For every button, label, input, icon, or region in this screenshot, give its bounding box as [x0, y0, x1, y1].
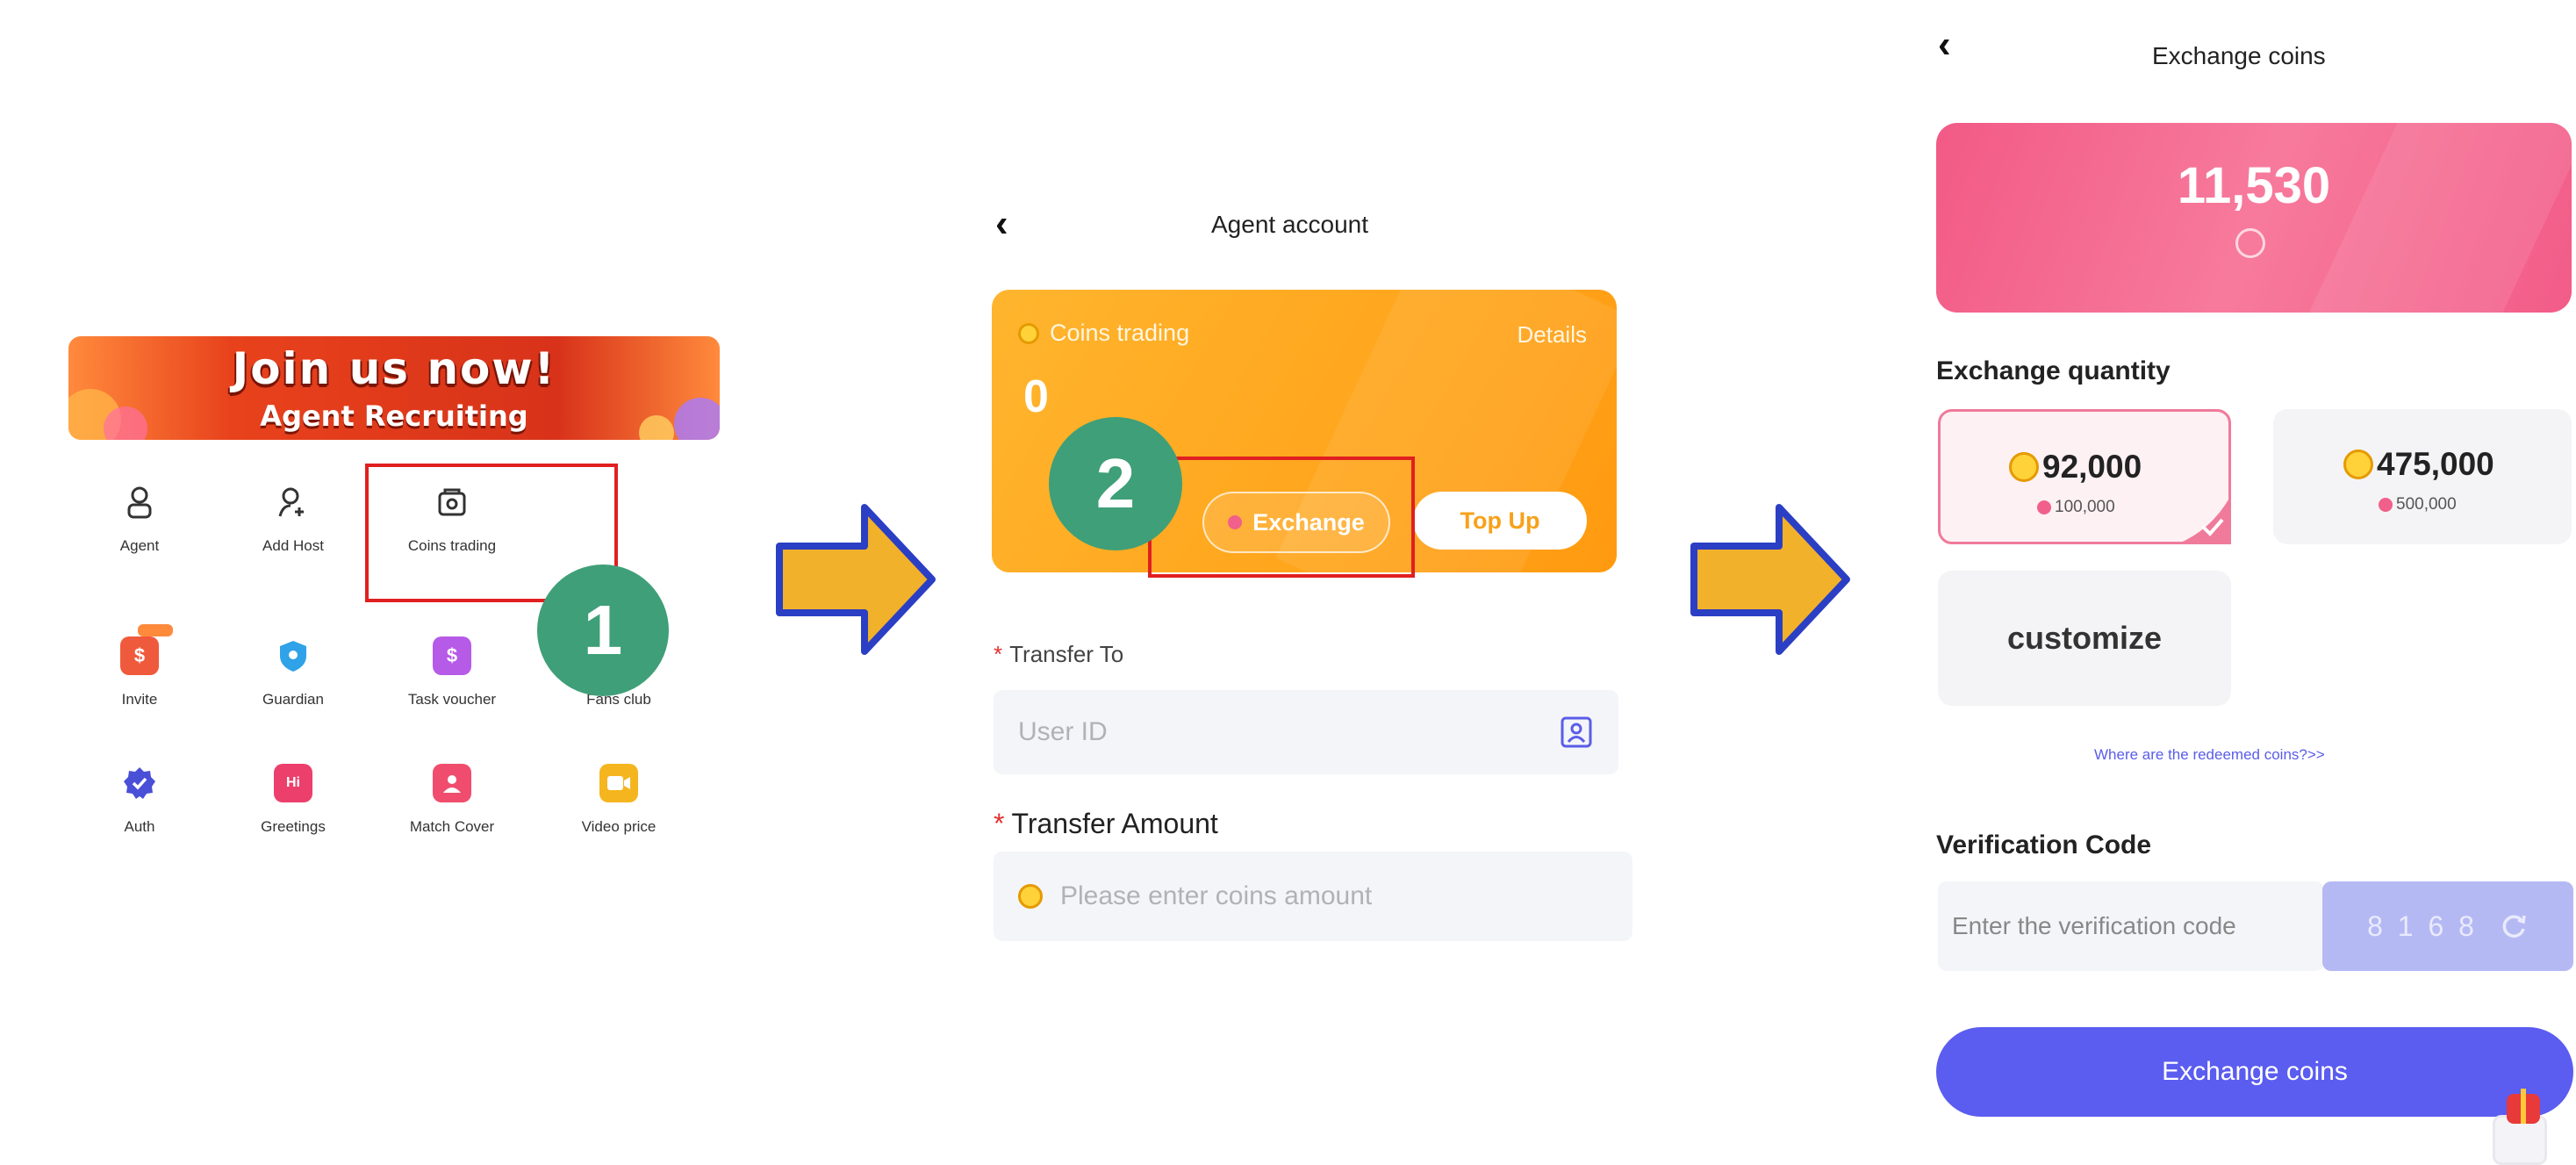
coin-icon — [1018, 884, 1043, 909]
match-cover-icon — [433, 764, 471, 802]
transfer-to-label: Transfer To — [1009, 641, 1124, 667]
contact-card-icon[interactable] — [1559, 715, 1594, 750]
menu-item-video-price[interactable]: Video price — [544, 764, 693, 836]
card-label: Coins trading — [1050, 320, 1190, 346]
greetings-icon: Hi — [274, 764, 312, 802]
guardian-shield-icon — [274, 636, 312, 675]
exchange-highlight — [1148, 457, 1415, 578]
menu-item-label: Agent — [119, 537, 160, 554]
gift-box-icon[interactable] — [2480, 1089, 2559, 1165]
agent-account-screen: ‹ Agent account Coins trading Details 0 … — [974, 193, 1641, 966]
page-title: Exchange coins — [2152, 42, 2326, 69]
verification-code-title: Verification Code — [1936, 831, 2152, 859]
captcha-image[interactable]: 8 1 6 8 — [2322, 881, 2573, 971]
selected-check-icon — [2177, 495, 2231, 544]
exchange-coins-screen: ‹ Exchange coins 11,530 Exchange quantit… — [1913, 0, 2576, 1165]
coins-amount-input[interactable]: Please enter coins amount — [994, 852, 1632, 941]
captcha-code: 8 1 6 8 — [2367, 910, 2478, 942]
agent-recruiting-banner[interactable]: Join us now! Agent Recruiting — [68, 336, 720, 440]
exchange-option-475000[interactable]: 475,000 500,000 — [2273, 409, 2572, 544]
gem-icon — [2235, 228, 2265, 258]
verification-code-input[interactable]: Enter the verification code — [1938, 881, 2324, 971]
menu-item-greetings[interactable]: Hi Greetings — [219, 764, 368, 836]
back-chevron-icon[interactable]: ‹ — [995, 202, 1008, 246]
top-up-button[interactable]: Top Up — [1413, 492, 1587, 550]
banner-title: Join us now! — [232, 343, 556, 394]
agent-menu-panel: Join us now! Agent Recruiting Agent Add … — [30, 303, 741, 891]
arrow-right-icon — [776, 504, 936, 655]
coin-balance: 0 — [1023, 371, 1049, 422]
details-link[interactable]: Details — [1518, 321, 1587, 349]
menu-item-invite[interactable]: $ Invite — [65, 624, 214, 708]
coin-icon — [1018, 322, 1039, 344]
coin-balance-card: 11,530 — [1936, 123, 2572, 313]
menu-item-label: Task voucher — [407, 691, 497, 708]
customize-option[interactable]: customize — [1938, 571, 2231, 706]
menu-item-add-host[interactable]: Add Host — [219, 483, 368, 555]
add-host-icon — [274, 483, 312, 521]
task-voucher-icon: $ — [433, 636, 471, 675]
banner-subtitle: Agent Recruiting — [260, 399, 528, 433]
redeemed-coins-help-link[interactable]: Where are the redeemed coins?>> — [2094, 746, 2325, 764]
menu-item-label: Guardian — [262, 691, 324, 708]
menu-item-agent[interactable]: Agent — [65, 483, 214, 555]
coin-icon — [2009, 452, 2039, 482]
gem-icon — [2379, 497, 2393, 512]
gem-icon — [2037, 500, 2051, 514]
exchange-coins-button[interactable]: Exchange coins — [1936, 1027, 2573, 1117]
page-title: Agent account — [1211, 211, 1369, 238]
menu-item-guardian[interactable]: Guardian — [219, 636, 368, 708]
back-chevron-icon[interactable]: ‹ — [1938, 23, 1951, 67]
transfer-amount-label: Transfer Amount — [1011, 808, 1218, 839]
arrow-right-icon — [1690, 504, 1850, 655]
exchange-quantity-title: Exchange quantity — [1936, 356, 2171, 385]
auth-badge-icon — [120, 764, 159, 802]
menu-item-auth[interactable]: Auth — [65, 764, 214, 836]
video-price-icon — [599, 764, 638, 802]
exchange-option-92000[interactable]: 92,000 100,000 — [1938, 409, 2231, 544]
user-id-input[interactable]: User ID — [994, 690, 1618, 774]
menu-item-label: Add Host — [262, 537, 324, 554]
menu-item-label: Invite — [121, 691, 158, 708]
menu-item-label: Auth — [124, 818, 155, 835]
step-1-badge: 1 — [537, 565, 669, 696]
menu-item-label: Greetings — [261, 818, 326, 835]
agent-icon — [120, 483, 159, 521]
menu-item-task-voucher[interactable]: $ Task voucher — [377, 636, 527, 708]
exchange-balance: 11,530 — [2177, 157, 2331, 214]
step-2-badge: 2 — [1049, 417, 1182, 550]
refresh-icon[interactable] — [2499, 911, 2529, 941]
menu-item-label: Match Cover — [409, 818, 495, 835]
menu-item-match-cover[interactable]: Match Cover — [377, 764, 527, 836]
invite-icon: $ — [120, 624, 173, 675]
coin-icon — [2343, 449, 2373, 479]
menu-item-label: Video price — [581, 818, 657, 835]
